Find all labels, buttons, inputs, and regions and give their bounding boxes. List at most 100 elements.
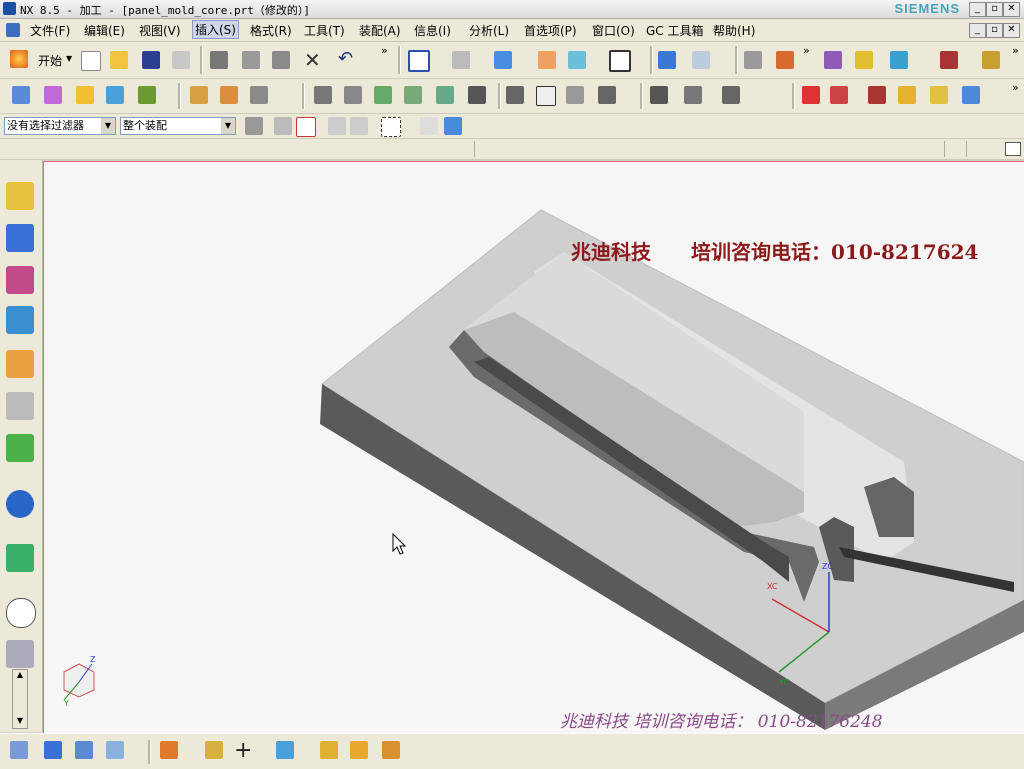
menu-window[interactable]: 窗口(O) [592, 22, 635, 39]
child-minimize-button[interactable]: _ [969, 23, 986, 38]
magic-icon[interactable] [824, 51, 842, 69]
overflow-icon[interactable]: » [803, 44, 810, 57]
constraint-navigator-icon[interactable] [6, 224, 34, 252]
list-path-icon[interactable] [374, 86, 392, 104]
filter-settings-icon[interactable] [245, 117, 263, 135]
menu-edit[interactable]: 编辑(E) [84, 22, 125, 39]
create-operation-icon[interactable] [138, 86, 156, 104]
program-order-icon[interactable] [190, 86, 208, 104]
document-icon[interactable] [6, 23, 20, 37]
scope-dropdown[interactable]: 整个装配 ▼ [120, 117, 236, 135]
start-dropdown-icon[interactable]: ▼ [66, 54, 72, 63]
menu-file[interactable]: 文件(F) [30, 22, 70, 39]
delete-icon[interactable]: ✕ [304, 48, 321, 72]
save-icon[interactable] [142, 51, 160, 69]
assembly-navigator-icon[interactable] [6, 182, 34, 210]
reuse-library-icon[interactable] [6, 350, 34, 378]
measure-distance-icon[interactable] [940, 51, 958, 69]
full-screen-icon[interactable] [1005, 142, 1021, 156]
touch-icon[interactable] [855, 51, 873, 69]
generate-path-icon[interactable] [314, 86, 332, 104]
sidebar-scroll[interactable]: ▲ ▼ [12, 669, 28, 729]
replay-path-icon[interactable] [344, 86, 362, 104]
rectangle-select-icon[interactable] [381, 117, 401, 137]
block-icon[interactable] [350, 741, 368, 759]
overflow-icon[interactable]: » [1012, 81, 1019, 94]
create-tool-icon[interactable] [44, 86, 62, 104]
selection-filter-dropdown[interactable]: 没有选择过滤器 ▼ [4, 117, 116, 135]
verify-path-icon[interactable] [404, 86, 422, 104]
search-part-icon[interactable] [930, 86, 948, 104]
render-style-icon[interactable] [452, 51, 470, 69]
chevron-down-icon[interactable]: ▼ [101, 118, 115, 134]
table-icon[interactable] [744, 51, 762, 69]
new-file-icon[interactable] [81, 51, 101, 71]
shaded-cube-icon[interactable] [494, 51, 512, 69]
assembly-view-icon[interactable] [10, 741, 28, 759]
menu-tools[interactable]: 工具(T) [304, 22, 345, 39]
link-icon[interactable] [205, 741, 223, 759]
start-icon[interactable] [10, 50, 28, 68]
overflow-icon[interactable]: » [381, 44, 388, 57]
sketch-icon[interactable] [160, 741, 178, 759]
cylinder-icon[interactable] [962, 86, 980, 104]
menu-help[interactable]: 帮助(H) [713, 22, 755, 39]
extrude-icon[interactable] [320, 741, 338, 759]
report-icon[interactable] [536, 86, 556, 106]
display-path-icon[interactable] [802, 86, 820, 104]
menu-preferences[interactable]: 首选项(P) [524, 22, 577, 39]
path-transform-icon[interactable] [684, 86, 702, 104]
operation-navigator-icon[interactable] [6, 306, 34, 334]
menu-analysis[interactable]: 分析(L) [469, 22, 509, 39]
fixture-icon[interactable] [898, 86, 916, 104]
machine-icon[interactable] [868, 86, 886, 104]
chevron-down-icon[interactable]: ▼ [221, 118, 235, 134]
transform-icon[interactable] [776, 51, 794, 69]
view-orient-icon[interactable] [658, 51, 676, 69]
ruler-icon[interactable] [982, 51, 1000, 69]
snap-point-icon[interactable] [274, 117, 292, 135]
menu-insert[interactable]: 插入(S) [192, 20, 239, 39]
web-browser-icon[interactable] [6, 392, 34, 420]
part-navigator-icon[interactable] [6, 266, 34, 294]
clock-icon[interactable] [6, 598, 36, 628]
component-icon[interactable] [44, 741, 62, 759]
layer-manager-icon[interactable] [75, 741, 93, 759]
shop-docs-icon[interactable] [506, 86, 524, 104]
machine-tool-icon[interactable] [220, 86, 238, 104]
undo-icon[interactable]: ↶ [338, 48, 353, 69]
select-feature-icon[interactable] [328, 117, 346, 135]
paste-icon[interactable] [272, 51, 290, 69]
create-program-icon[interactable] [12, 86, 30, 104]
menu-format[interactable]: 格式(R) [250, 22, 292, 39]
time-icon[interactable] [566, 86, 584, 104]
wcs-icon[interactable] [538, 51, 556, 69]
solid-icon[interactable] [444, 117, 462, 135]
scroll-down-icon[interactable]: ▼ [13, 716, 27, 728]
scroll-up-icon[interactable]: ▲ [13, 670, 27, 682]
datum-plane-icon[interactable] [276, 741, 294, 759]
menu-view[interactable]: 视图(V) [139, 22, 181, 39]
geometry-view-icon[interactable] [250, 86, 268, 104]
create-geometry-icon[interactable] [76, 86, 94, 104]
menu-gc-toolbox[interactable]: GC 工具箱 [646, 22, 704, 39]
cut-icon[interactable] [210, 51, 228, 69]
view-section-icon[interactable] [692, 51, 710, 69]
boolean-icon[interactable] [382, 741, 400, 759]
restore-button[interactable]: ▫ [986, 2, 1003, 17]
post-process-icon[interactable] [468, 86, 486, 104]
overflow-icon[interactable]: » [1012, 44, 1019, 57]
menu-assembly[interactable]: 装配(A) [359, 22, 401, 39]
menu-information[interactable]: 信息(I) [414, 22, 451, 39]
snap-icon[interactable] [890, 51, 908, 69]
simulate-icon[interactable] [436, 86, 454, 104]
child-restore-button[interactable]: ▫ [986, 23, 1003, 38]
open-folder-icon[interactable] [110, 51, 128, 69]
select-body-icon[interactable] [350, 117, 368, 135]
minimize-button[interactable]: _ [969, 2, 986, 17]
path-edit-icon[interactable] [650, 86, 668, 104]
print-icon[interactable] [172, 51, 190, 69]
background-icon[interactable] [609, 50, 631, 72]
info-icon[interactable] [6, 490, 34, 518]
book-icon[interactable] [6, 640, 34, 668]
